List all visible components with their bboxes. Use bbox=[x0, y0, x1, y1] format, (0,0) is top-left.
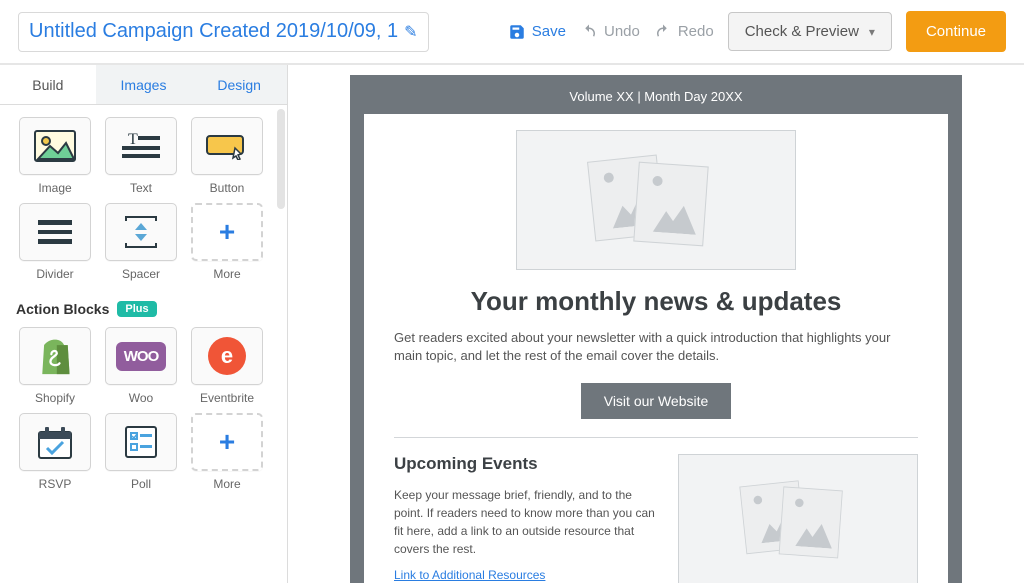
block-rsvp-label: RSVP bbox=[39, 477, 72, 491]
text-block-card[interactable]: T bbox=[105, 117, 177, 175]
block-more-label: More bbox=[213, 267, 240, 281]
spacer-block-card[interactable] bbox=[105, 203, 177, 261]
spacer-icon bbox=[120, 215, 162, 249]
undo-icon bbox=[580, 23, 598, 41]
action-blocks-heading-text: Action Blocks bbox=[16, 301, 109, 317]
block-shopify[interactable]: Shopify bbox=[16, 327, 94, 405]
check-preview-label: Check & Preview bbox=[745, 23, 859, 40]
events-body[interactable]: Keep your message brief, friendly, and t… bbox=[394, 486, 658, 558]
block-divider-label: Divider bbox=[36, 267, 73, 281]
undo-label: Undo bbox=[604, 23, 640, 40]
eventbrite-icon: e bbox=[208, 337, 246, 375]
divider-block-card[interactable] bbox=[19, 203, 91, 261]
block-poll[interactable]: Poll bbox=[102, 413, 180, 491]
redo-label: Redo bbox=[678, 23, 714, 40]
plus-icon: + bbox=[219, 426, 235, 458]
volume-bar[interactable]: Volume XX | Month Day 20XX bbox=[364, 89, 948, 114]
save-icon bbox=[508, 23, 526, 41]
eventbrite-block-card[interactable]: e bbox=[191, 327, 263, 385]
additional-resources-link[interactable]: Link to Additional Resources bbox=[394, 568, 545, 582]
block-action-more-label: More bbox=[213, 477, 240, 491]
block-button-label: Button bbox=[210, 181, 245, 195]
block-eventbrite[interactable]: e Eventbrite bbox=[188, 327, 266, 405]
save-label: Save bbox=[532, 23, 566, 40]
events-column[interactable]: Upcoming Events Keep your message brief,… bbox=[394, 454, 658, 583]
block-text[interactable]: T Text bbox=[102, 117, 180, 195]
block-spacer[interactable]: Spacer bbox=[102, 203, 180, 281]
action-blocks-heading: Action Blocks Plus bbox=[16, 301, 271, 317]
email-divider[interactable] bbox=[394, 437, 918, 438]
tab-images[interactable]: Images bbox=[96, 65, 192, 104]
block-image-label: Image bbox=[38, 181, 71, 195]
block-poll-label: Poll bbox=[131, 477, 151, 491]
button-icon bbox=[205, 132, 249, 160]
block-more[interactable]: + More bbox=[188, 203, 266, 281]
two-column-section: Upcoming Events Keep your message brief,… bbox=[394, 454, 918, 583]
svg-text:T: T bbox=[128, 131, 138, 148]
poll-icon bbox=[123, 424, 159, 460]
check-preview-button[interactable]: Check & Preview ▾ bbox=[728, 12, 892, 51]
tab-build[interactable]: Build bbox=[0, 65, 96, 104]
block-button[interactable]: Button bbox=[188, 117, 266, 195]
woo-icon: Woo bbox=[116, 342, 167, 371]
rsvp-icon bbox=[35, 424, 75, 460]
sidebar-tabs: Build Images Design bbox=[0, 65, 287, 105]
content-blocks-grid: Image T Text bbox=[16, 117, 271, 281]
plus-icon: + bbox=[219, 216, 235, 248]
block-woo-label: Woo bbox=[129, 391, 153, 405]
campaign-title-text: Untitled Campaign Created 2019/10/09, 1 bbox=[29, 20, 398, 43]
visit-website-button[interactable]: Visit our Website bbox=[581, 383, 731, 419]
events-image-placeholder[interactable] bbox=[678, 454, 918, 583]
events-heading[interactable]: Upcoming Events bbox=[394, 454, 658, 474]
block-image[interactable]: Image bbox=[16, 117, 94, 195]
block-eventbrite-label: Eventbrite bbox=[200, 391, 254, 405]
button-block-card[interactable] bbox=[191, 117, 263, 175]
shopify-block-card[interactable] bbox=[19, 327, 91, 385]
action-blocks-grid: Shopify Woo Woo e Eventbrite bbox=[16, 327, 271, 491]
campaign-title-field[interactable]: Untitled Campaign Created 2019/10/09, 1 … bbox=[18, 12, 429, 52]
block-woo[interactable]: Woo Woo bbox=[102, 327, 180, 405]
scrollbar[interactable] bbox=[277, 109, 285, 209]
email-canvas[interactable]: Volume XX | Month Day 20XX Your monthly … bbox=[288, 65, 1024, 583]
blocks-panel: Image T Text bbox=[0, 105, 287, 503]
top-toolbar: Untitled Campaign Created 2019/10/09, 1 … bbox=[0, 0, 1024, 64]
more-block-card[interactable]: + bbox=[191, 203, 263, 261]
edit-title-icon[interactable]: ✎ bbox=[404, 22, 417, 42]
image-icon bbox=[34, 130, 76, 162]
tab-design[interactable]: Design bbox=[191, 65, 287, 104]
plus-badge: Plus bbox=[117, 301, 156, 317]
block-action-more[interactable]: + More bbox=[188, 413, 266, 491]
woo-block-card[interactable]: Woo bbox=[105, 327, 177, 385]
redo-button[interactable]: Redo bbox=[654, 23, 714, 41]
block-shopify-label: Shopify bbox=[35, 391, 75, 405]
poll-block-card[interactable] bbox=[105, 413, 177, 471]
redo-icon bbox=[654, 23, 672, 41]
rsvp-block-card[interactable] bbox=[19, 413, 91, 471]
newsletter-headline[interactable]: Your monthly news & updates bbox=[394, 286, 918, 317]
image-block-card[interactable] bbox=[19, 117, 91, 175]
placeholder-photos-icon bbox=[591, 150, 721, 250]
chevron-down-icon: ▾ bbox=[869, 25, 875, 39]
block-divider[interactable]: Divider bbox=[16, 203, 94, 281]
shopify-icon bbox=[36, 336, 74, 376]
action-more-card[interactable]: + bbox=[191, 413, 263, 471]
email-frame: Volume XX | Month Day 20XX Your monthly … bbox=[350, 75, 962, 583]
continue-button[interactable]: Continue bbox=[906, 11, 1006, 52]
hero-image-placeholder[interactable] bbox=[516, 130, 796, 270]
block-spacer-label: Spacer bbox=[122, 267, 160, 281]
block-rsvp[interactable]: RSVP bbox=[16, 413, 94, 491]
main-area: Build Images Design Image bbox=[0, 64, 1024, 583]
sidebar: Build Images Design Image bbox=[0, 65, 288, 583]
placeholder-photos-icon bbox=[743, 477, 854, 562]
newsletter-intro[interactable]: Get readers excited about your newslette… bbox=[394, 329, 918, 365]
block-text-label: Text bbox=[130, 181, 152, 195]
undo-button[interactable]: Undo bbox=[580, 23, 640, 41]
divider-icon bbox=[34, 216, 76, 248]
text-icon: T bbox=[120, 130, 162, 162]
save-button[interactable]: Save bbox=[508, 23, 566, 41]
